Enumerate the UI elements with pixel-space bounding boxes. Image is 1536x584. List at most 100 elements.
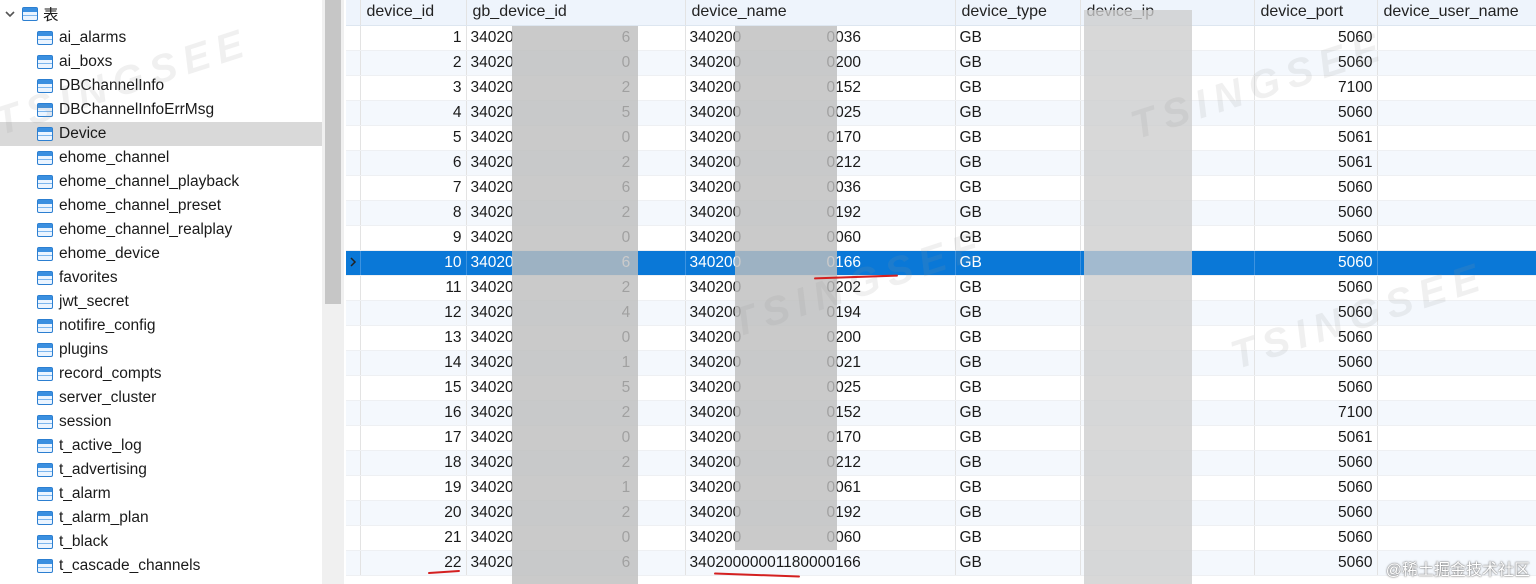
table-row[interactable]: 4 34020 5 340200 0025 GB 5060 [346, 100, 1536, 126]
cell-device-port[interactable]: 5060 [1254, 550, 1378, 576]
cell-device-type[interactable]: GB [955, 525, 1081, 551]
cell-device-name[interactable]: 340200 0194 [685, 300, 956, 326]
cell-device-port[interactable]: 5060 [1254, 225, 1378, 251]
cell-device-user-name[interactable] [1377, 200, 1536, 226]
sidebar-item-ai-alarms[interactable]: ai_alarms [0, 26, 322, 50]
cell-device-user-name[interactable] [1377, 375, 1536, 401]
cell-device-port[interactable]: 5060 [1254, 525, 1378, 551]
cell-device-id[interactable]: 12 [360, 300, 467, 326]
cell-device-type[interactable]: GB [955, 500, 1081, 526]
cell-device-port[interactable]: 5060 [1254, 175, 1378, 201]
cell-device-user-name[interactable] [1377, 75, 1536, 101]
table-row[interactable]: 20 34020 2 340200 0192 GB 5060 [346, 500, 1536, 526]
cell-device-name[interactable]: 340200 0061 [685, 475, 956, 501]
cell-device-port[interactable]: 5060 [1254, 300, 1378, 326]
table-row[interactable]: 13 34020 0 340200 0200 GB 5060 [346, 325, 1536, 351]
cell-device-ip[interactable] [1080, 75, 1255, 101]
cell-gb-device-id[interactable]: 34020 2 [466, 75, 686, 101]
cell-device-port[interactable]: 5060 [1254, 100, 1378, 126]
sidebar-item-plugins[interactable]: plugins [0, 338, 322, 362]
cell-device-port[interactable]: 5061 [1254, 425, 1378, 451]
cell-gb-device-id[interactable]: 34020 0 [466, 50, 686, 76]
cell-device-name[interactable]: 340200 0036 [685, 175, 956, 201]
cell-device-port[interactable]: 7100 [1254, 400, 1378, 426]
cell-device-name[interactable]: 340200 0200 [685, 50, 956, 76]
cell-device-type[interactable]: GB [955, 300, 1081, 326]
table-row[interactable]: 19 34020 1 340200 0061 GB 5060 [346, 475, 1536, 501]
cell-device-ip[interactable] [1080, 500, 1255, 526]
sidebar-item-ehome-device[interactable]: ehome_device [0, 242, 322, 266]
cell-device-type[interactable]: GB [955, 450, 1081, 476]
table-row[interactable]: 2 34020 0 340200 0200 GB 5060 [346, 50, 1536, 76]
cell-device-type[interactable]: GB [955, 475, 1081, 501]
cell-gb-device-id[interactable]: 34020 5 [466, 375, 686, 401]
cell-gb-device-id[interactable]: 34020 2 [466, 200, 686, 226]
cell-device-name[interactable]: 340200 0170 [685, 425, 956, 451]
table-row[interactable]: 5 34020 0 340200 0170 GB 5061 [346, 125, 1536, 151]
cell-device-ip[interactable] [1080, 300, 1255, 326]
cell-device-name[interactable]: 340200 0036 [685, 25, 956, 51]
column-header[interactable]: device_name [685, 0, 956, 26]
cell-device-name[interactable]: 340200 0152 [685, 75, 956, 101]
cell-device-user-name[interactable] [1377, 100, 1536, 126]
cell-gb-device-id[interactable]: 34020 0 [466, 325, 686, 351]
cell-device-port[interactable]: 5060 [1254, 350, 1378, 376]
cell-device-user-name[interactable] [1377, 425, 1536, 451]
sidebar-item-ehome-channel-playback[interactable]: ehome_channel_playback [0, 170, 322, 194]
cell-device-name[interactable]: 340200 0060 [685, 525, 956, 551]
cell-device-type[interactable]: GB [955, 275, 1081, 301]
cell-device-type[interactable]: GB [955, 425, 1081, 451]
cell-device-port[interactable]: 5060 [1254, 200, 1378, 226]
cell-device-type[interactable]: GB [955, 375, 1081, 401]
sidebar-item-t-alarm[interactable]: t_alarm [0, 482, 322, 506]
sidebar-item-record-compts[interactable]: record_compts [0, 362, 322, 386]
cell-device-id[interactable]: 10 [360, 250, 467, 276]
cell-device-ip[interactable] [1080, 200, 1255, 226]
cell-device-ip[interactable] [1080, 425, 1255, 451]
cell-device-type[interactable]: GB [955, 400, 1081, 426]
cell-device-name[interactable]: 340200 0200 [685, 325, 956, 351]
table-row[interactable]: 22 34020 6 34020000001180000166 GB 5060 [346, 550, 1536, 576]
sidebar-item-ehome-channel[interactable]: ehome_channel [0, 146, 322, 170]
cell-device-user-name[interactable] [1377, 450, 1536, 476]
cell-device-name[interactable]: 340200 0152 [685, 400, 956, 426]
table-row[interactable]: 14 34020 1 340200 0021 GB 5060 [346, 350, 1536, 376]
cell-device-user-name[interactable] [1377, 25, 1536, 51]
cell-gb-device-id[interactable]: 34020 6 [466, 250, 686, 276]
chevron-down-icon[interactable] [3, 7, 17, 21]
cell-device-name[interactable]: 340200 0212 [685, 450, 956, 476]
cell-device-id[interactable]: 9 [360, 225, 467, 251]
cell-device-ip[interactable] [1080, 325, 1255, 351]
cell-gb-device-id[interactable]: 34020 2 [466, 400, 686, 426]
table-row[interactable]: 1 34020 6 340200 0036 GB 5060 [346, 25, 1536, 51]
cell-device-user-name[interactable] [1377, 50, 1536, 76]
cell-gb-device-id[interactable]: 34020 2 [466, 275, 686, 301]
sidebar-item-t-active-log[interactable]: t_active_log [0, 434, 322, 458]
cell-device-id[interactable]: 17 [360, 425, 467, 451]
tree-root-tables[interactable]: 表 [0, 2, 322, 26]
cell-device-name[interactable]: 340200 0192 [685, 200, 956, 226]
cell-device-ip[interactable] [1080, 150, 1255, 176]
cell-gb-device-id[interactable]: 34020 1 [466, 475, 686, 501]
cell-gb-device-id[interactable]: 34020 2 [466, 500, 686, 526]
cell-device-type[interactable]: GB [955, 125, 1081, 151]
cell-device-ip[interactable] [1080, 350, 1255, 376]
cell-device-id[interactable]: 21 [360, 525, 467, 551]
sidebar-scrollbar[interactable] [322, 0, 344, 584]
cell-gb-device-id[interactable]: 34020 0 [466, 125, 686, 151]
cell-gb-device-id[interactable]: 34020 6 [466, 175, 686, 201]
cell-device-name[interactable]: 34020000001180000166 [685, 550, 956, 576]
cell-device-ip[interactable] [1080, 275, 1255, 301]
column-header[interactable]: device_type [955, 0, 1081, 26]
table-row[interactable]: 18 34020 2 340200 0212 GB 5060 [346, 450, 1536, 476]
sidebar-item-dbchannelinfo[interactable]: DBChannelInfo [0, 74, 322, 98]
cell-device-type[interactable]: GB [955, 550, 1081, 576]
cell-device-name[interactable]: 340200 0192 [685, 500, 956, 526]
sidebar-item-t-advertising[interactable]: t_advertising [0, 458, 322, 482]
cell-device-type[interactable]: GB [955, 175, 1081, 201]
cell-device-ip[interactable] [1080, 525, 1255, 551]
cell-device-port[interactable]: 5060 [1254, 325, 1378, 351]
cell-device-port[interactable]: 5060 [1254, 475, 1378, 501]
column-header[interactable]: device_user_name [1377, 0, 1536, 26]
column-header[interactable]: device_id [360, 0, 467, 26]
